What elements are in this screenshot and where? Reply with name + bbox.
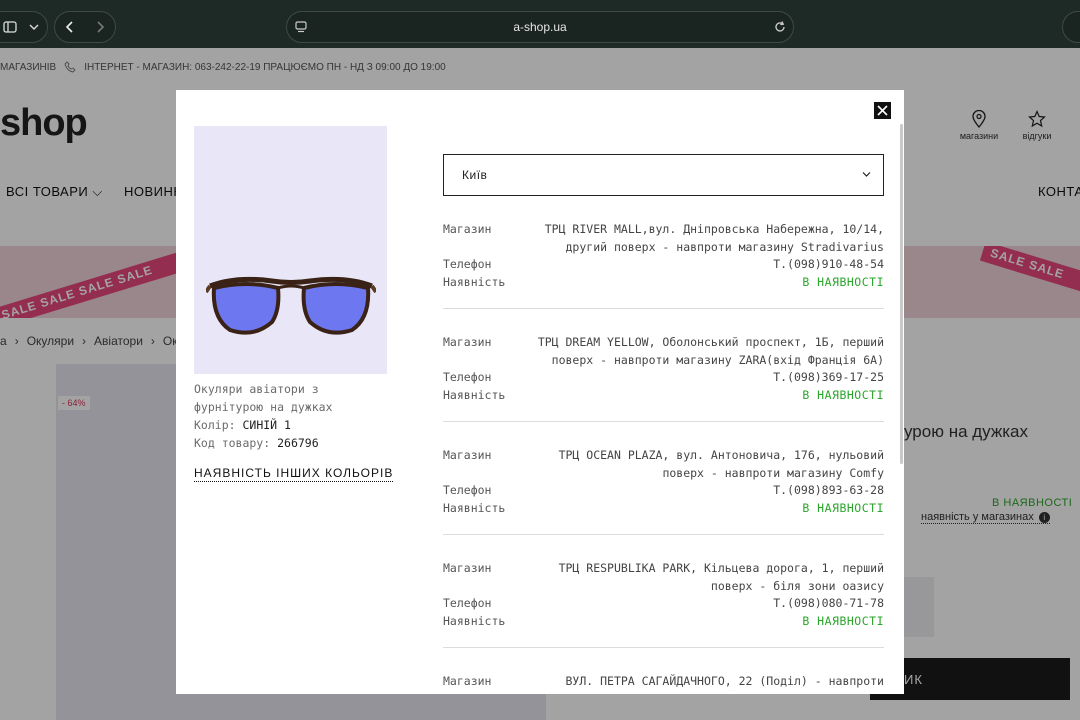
new-tab-button[interactable] [1062, 11, 1080, 43]
phone-label: Телефон [443, 257, 492, 271]
product-color-label: Колір: [194, 418, 236, 432]
product-code-label: Код товару: [194, 436, 271, 450]
reload-icon[interactable] [773, 20, 787, 34]
product-color-value: СИНІЙ 1 [242, 418, 291, 432]
history-nav [54, 11, 116, 43]
sunglasses-image [206, 276, 376, 335]
availability-label: Наявність [443, 613, 506, 628]
back-icon[interactable] [65, 20, 75, 34]
close-button[interactable] [874, 102, 891, 119]
product-code-value: 266796 [277, 436, 319, 450]
phone-label: Телефон [443, 596, 492, 610]
store-item: Магазин ТРЦ RESPUBLIKA PARK, Кільцева дор… [443, 535, 884, 648]
product-color: Колір: СИНІЙ 1 [194, 416, 394, 434]
store-item: Магазин ТРЦ RIVER MALL,вул. Дніпровська Н… [443, 196, 884, 309]
url-text: a-shop.ua [513, 20, 567, 34]
forward-icon[interactable] [95, 20, 105, 34]
store-address: ТРЦ RIVER MALL,вул. Дніпровська Набережн… [544, 222, 884, 254]
store-label: Магазин [443, 335, 492, 349]
sidebar-toggle-button[interactable] [0, 11, 48, 43]
phone-label: Телефон [443, 483, 492, 497]
store-address: ТРЦ DREAM YELLOW, Оболонський проспект, … [537, 335, 884, 367]
store-phone[interactable]: Т.(098)893-63-28 [529, 482, 884, 500]
scrollbar[interactable] [900, 124, 903, 464]
chevron-down-icon [862, 172, 871, 177]
store-availability: В НАЯВНОСТІ [802, 613, 884, 628]
city-select-value: Київ [462, 168, 488, 182]
store-label: Магазин [443, 561, 492, 575]
product-name: Окуляри авіатори з фурнітурою на дужках [194, 382, 333, 414]
address-bar[interactable]: a-shop.ua [286, 11, 794, 43]
store-item: Магазин ТРЦ OCEAN PLAZA, вул. Антоновича,… [443, 422, 884, 535]
product-photo [194, 126, 387, 374]
store-list-panel: Київ Магазин ТРЦ RIVER MALL,вул. Дніпровс… [443, 154, 884, 694]
product-summary: Окуляри авіатори з фурнітурою на дужках … [194, 126, 394, 482]
store-availability: В НАЯВНОСТІ [802, 274, 884, 289]
close-icon [877, 105, 888, 116]
chevron-down-icon [29, 24, 39, 30]
store-phone[interactable]: Т.(098)080-71-78 [529, 595, 884, 613]
phone-label: Телефон [443, 370, 492, 384]
city-select[interactable]: Київ [443, 154, 884, 196]
availability-label: Наявність [443, 274, 506, 289]
other-colors-link[interactable]: НАЯВНІСТЬ ІНШИХ КОЛЬОРІВ [194, 466, 394, 482]
availability-label: Наявність [443, 500, 506, 515]
store-label: Магазин [443, 222, 492, 236]
store-address: ТРЦ OCEAN PLAZA, вул. Антоновича, 176, н… [558, 448, 884, 480]
store-phone[interactable]: Т.(098)369-17-25 [529, 369, 884, 387]
page-settings-icon[interactable] [295, 21, 307, 33]
product-code: Код товару: 266796 [194, 434, 394, 452]
browser-toolbar: a-shop.ua [0, 0, 1080, 48]
store-availability: В НАЯВНОСТІ [802, 387, 884, 402]
store-address: ТРЦ RESPUBLIKA PARK, Кільцева дорога, 1,… [558, 561, 884, 593]
store-label: Магазин [443, 674, 492, 688]
availability-label: Наявність [443, 387, 506, 402]
store-item: Магазин ТРЦ DREAM YELLOW, Оболонський про… [443, 309, 884, 422]
store-availability-modal: Окуляри авіатори з фурнітурою на дужках … [176, 90, 904, 694]
store-phone[interactable]: Т.(098)910-48-54 [529, 256, 884, 274]
store-address: ВУЛ. ПЕТРА САГАЙДАЧНОГО, 22 (Поділ) - на… [565, 674, 885, 694]
store-availability: В НАЯВНОСТІ [802, 500, 884, 515]
store-label: Магазин [443, 448, 492, 462]
store-item: Магазин ВУЛ. ПЕТРА САГАЙДАЧНОГО, 22 (Поді… [443, 648, 884, 694]
sidebar-icon [3, 21, 17, 33]
